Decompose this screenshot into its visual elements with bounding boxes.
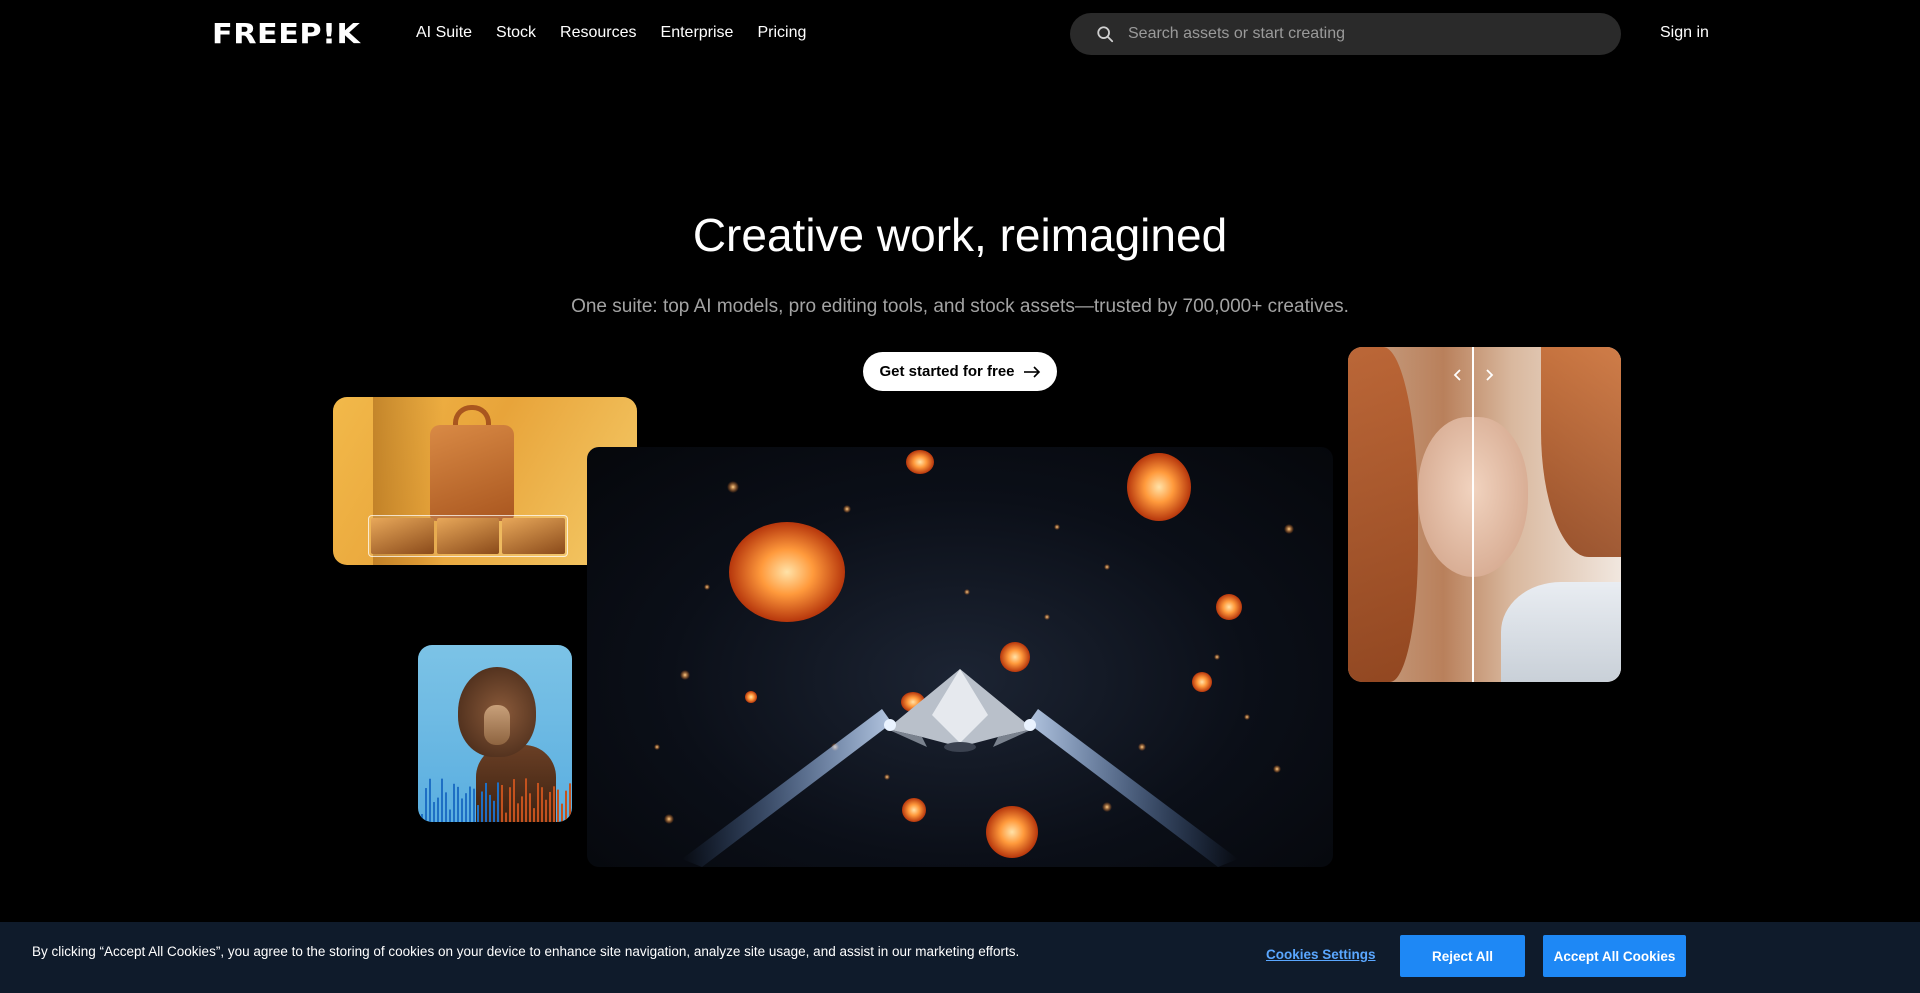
waveform-bar — [461, 798, 463, 822]
waveform-bar — [481, 791, 483, 822]
waveform-bar — [429, 778, 431, 822]
cookie-consent-text: By clicking “Accept All Cookies”, you ag… — [32, 944, 1020, 959]
waveform-bar — [497, 782, 499, 822]
spaceship-video-card[interactable] — [587, 447, 1333, 867]
waveform-bar — [557, 789, 559, 822]
waveform-bar — [441, 778, 443, 822]
waveform-bar — [561, 803, 563, 822]
nav-stock[interactable]: Stock — [496, 22, 536, 44]
bag-thumbnail — [502, 518, 566, 554]
bag-thumbnail — [371, 518, 434, 554]
nav-ai-suite[interactable]: AI Suite — [416, 22, 472, 44]
waveform-bar — [525, 778, 527, 822]
waveform-bar — [421, 814, 423, 822]
hero-title: Creative work, reimagined — [692, 209, 1228, 261]
waveform-bar — [485, 782, 487, 822]
waveform-bar — [445, 792, 447, 822]
waveform-bar — [465, 793, 467, 822]
waveform-bar — [501, 784, 503, 822]
sign-in-link[interactable]: Sign in — [1660, 22, 1709, 44]
waveform-bar — [553, 786, 555, 822]
music-audio-card[interactable] — [418, 645, 572, 822]
waveform-bar — [513, 779, 515, 822]
waveform-bar — [529, 793, 531, 822]
accept-all-cookies-button[interactable]: Accept All Cookies — [1543, 935, 1686, 977]
waveform-bar — [505, 812, 507, 822]
portrait-compare-card[interactable] — [1348, 347, 1621, 682]
waveform-bar — [493, 800, 495, 822]
cookies-settings-link[interactable]: Cookies Settings — [1266, 946, 1376, 964]
waveform-bar — [449, 809, 451, 822]
search-placeholder: Search assets or start creating — [1128, 25, 1345, 42]
nav-enterprise[interactable]: Enterprise — [661, 22, 734, 44]
search-input[interactable]: Search assets or start creating — [1070, 13, 1621, 55]
reject-all-button[interactable]: Reject All — [1400, 935, 1525, 977]
portrait-hair-left — [1348, 347, 1418, 682]
hero-subtitle: One suite: top AI models, pro editing to… — [571, 296, 1349, 317]
waveform-bar — [533, 808, 535, 822]
waveform-bar — [457, 786, 459, 822]
get-started-label: Get started for free — [879, 363, 1015, 380]
spaceship-scene — [654, 450, 1294, 867]
arrow-right-icon — [1023, 365, 1040, 378]
chevron-right-icon[interactable] — [1482, 368, 1496, 382]
freepik-logo[interactable]: FREEP!K — [212, 19, 360, 49]
portrait-hair-right — [1541, 347, 1621, 557]
chevron-left-icon[interactable] — [1451, 368, 1465, 382]
waveform-bar — [437, 797, 439, 822]
waveform-bar — [545, 799, 547, 822]
portrait-shirt — [1501, 582, 1621, 682]
waveform-bar — [517, 803, 519, 822]
nav-resources[interactable]: Resources — [560, 22, 636, 44]
waveform-bar — [509, 787, 511, 822]
waveform-bar — [453, 783, 455, 822]
waveform-bar — [433, 802, 435, 822]
waveform-bar — [489, 794, 491, 822]
site-header: FREEP!K AI Suite Stock Resources Enterpr… — [0, 0, 1920, 68]
waveform-bar — [549, 791, 551, 822]
bag-image — [430, 425, 514, 521]
get-started-button[interactable]: Get started for free — [863, 352, 1057, 391]
waveform-bar — [477, 805, 479, 822]
waveform-bar — [565, 790, 567, 822]
main-nav: AI Suite Stock Resources Enterprise Pric… — [416, 22, 830, 44]
waveform-bar — [541, 787, 543, 822]
waveform-bar — [425, 788, 427, 822]
compare-slider-divider[interactable] — [1472, 347, 1474, 682]
bag-thumbnail-strip — [368, 515, 568, 557]
headphones-icon — [484, 705, 510, 745]
waveform-bar — [569, 783, 571, 822]
waveform-bar — [537, 782, 539, 822]
waveform-bar — [473, 788, 475, 822]
waveform-bar — [521, 796, 523, 822]
audio-waveform — [421, 778, 571, 822]
search-icon — [1097, 26, 1114, 43]
nav-pricing[interactable]: Pricing — [757, 22, 806, 44]
bag-thumbnail — [436, 518, 500, 554]
waveform-bar — [469, 786, 471, 822]
